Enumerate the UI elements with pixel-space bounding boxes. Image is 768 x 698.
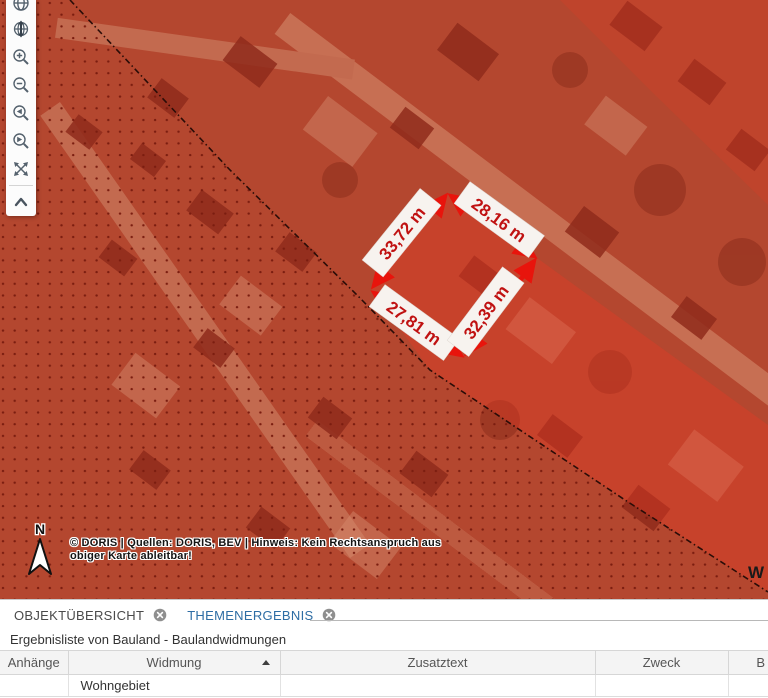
column-header-label: Widmung: [147, 655, 202, 670]
column-header-widmung[interactable]: Widmung: [68, 651, 280, 675]
cell-anhaenge: [0, 675, 68, 697]
table-header-row: Anhänge Widmung Zusatztext Zweck B: [0, 651, 768, 675]
zoom-out-icon: [11, 75, 31, 95]
toolbar-divider: [9, 185, 33, 186]
zoom-in-icon: [11, 47, 31, 67]
results-table: Anhänge Widmung Zusatztext Zweck B Wohng…: [0, 650, 768, 697]
globe-button[interactable]: [6, 0, 36, 15]
cell-zweck: [595, 675, 728, 697]
zoom-out-button[interactable]: [6, 71, 36, 99]
column-header-zweck[interactable]: Zweck: [595, 651, 728, 675]
svg-text:N: N: [35, 521, 45, 537]
panel-tabbar: OBJEKTÜBERSICHT THEMENERGEBNIS: [0, 600, 768, 630]
column-header-truncated[interactable]: B: [728, 651, 768, 675]
column-header-zusatztext[interactable]: Zusatztext: [280, 651, 595, 675]
next-extent-button[interactable]: [6, 127, 36, 155]
zoom-in-button[interactable]: [6, 43, 36, 71]
chevron-up-icon: [11, 192, 31, 212]
tab-label: THEMENERGEBNIS: [187, 608, 313, 623]
previous-extent-button[interactable]: [6, 99, 36, 127]
globe-vertical-arrows-icon: [11, 19, 31, 39]
previous-extent-icon: [11, 103, 31, 123]
close-icon[interactable]: [153, 608, 167, 622]
tab-label: OBJEKTÜBERSICHT: [14, 608, 144, 623]
results-subtitle: Ergebnisliste von Bauland - Baulandwidmu…: [0, 630, 768, 650]
table-row[interactable]: Wohngebiet: [0, 675, 768, 697]
map-canvas: 33,72 m 28,16 m 27,81 m 32,39 m N: [0, 0, 768, 599]
collapse-toolbar-button[interactable]: [6, 188, 36, 216]
map-view[interactable]: 33,72 m 28,16 m 27,81 m 32,39 m N: [0, 0, 768, 599]
copyright-line: obiger Karte ableitbar!: [70, 550, 441, 563]
map-toolbar: [6, 0, 36, 216]
map-copyright: © DORIS | Quellen: DORIS, BEV | Hinweis:…: [70, 537, 441, 563]
cell-truncated: [728, 675, 768, 697]
tabbar-rule: [310, 620, 768, 621]
cell-widmung: Wohngebiet: [68, 675, 280, 697]
cell-zusatztext: [280, 675, 595, 697]
globe-icon: [11, 0, 31, 13]
tab-objektuebersicht[interactable]: OBJEKTÜBERSICHT: [14, 608, 167, 623]
sort-ascending-icon: [262, 660, 270, 665]
zoning-letter-label: W: [748, 563, 765, 582]
copyright-line: © DORIS | Quellen: DORIS, BEV | Hinweis:…: [70, 537, 441, 550]
globe-scale-button[interactable]: [6, 15, 36, 43]
next-extent-icon: [11, 131, 31, 151]
full-extent-button[interactable]: [6, 155, 36, 183]
column-header-anhaenge[interactable]: Anhänge: [0, 651, 68, 675]
full-extent-icon: [11, 159, 31, 179]
app-window: 33,72 m 28,16 m 27,81 m 32,39 m N: [0, 0, 768, 698]
results-panel: OBJEKTÜBERSICHT THEMENERGEBNIS: [0, 599, 768, 698]
